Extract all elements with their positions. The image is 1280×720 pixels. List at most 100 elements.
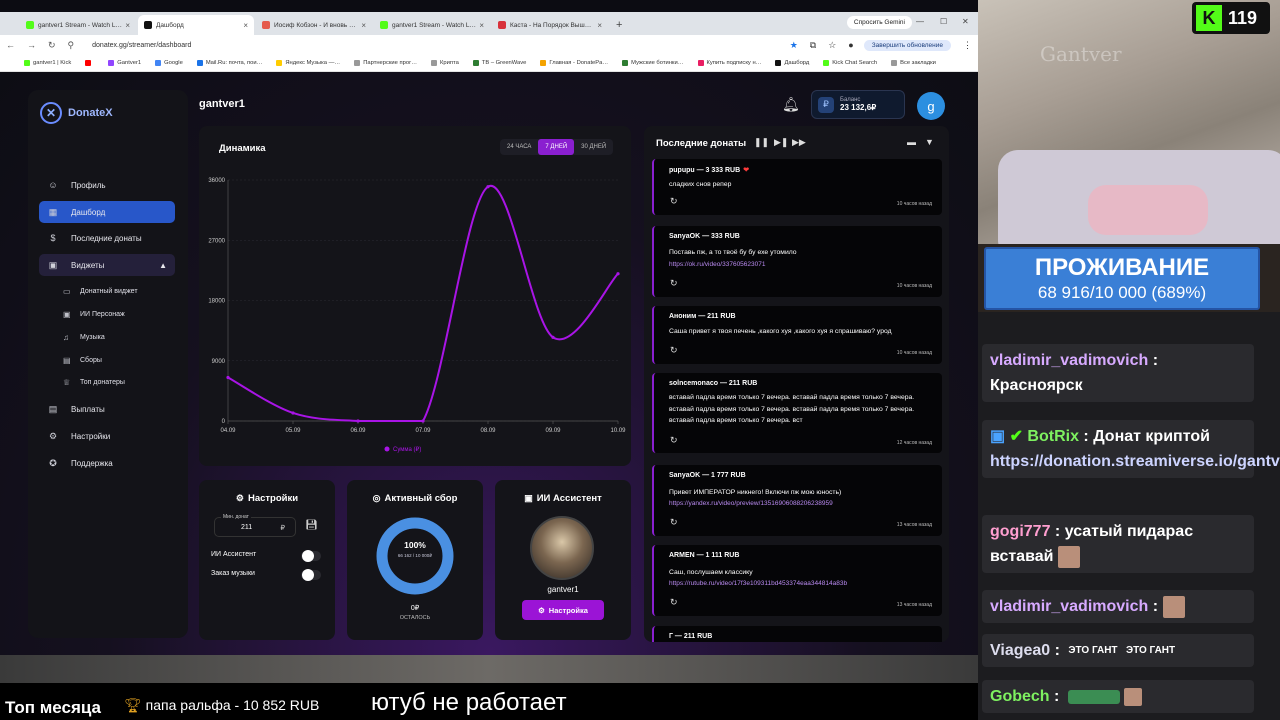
bookmark-item[interactable]: Мужские ботинки… [622,60,684,66]
sidebar-subitem-music[interactable]: ♫ Музыка [63,333,105,342]
replay-icon[interactable]: ↻ [670,345,678,356]
browser-tab-active[interactable]: Дашборд × [138,15,254,35]
sidebar-subitem-top-donors[interactable]: ♕ Топ донатеры [63,378,125,387]
range-tab-24h[interactable]: 24 ЧАСА [500,139,538,155]
close-window-icon[interactable]: ✕ [962,17,969,26]
x-tick-label: 04.09 [220,428,236,434]
bookmark-item[interactable]: Mail.Ru: почта, пои… [196,60,262,66]
ruble-icon: ₽ [818,96,834,113]
sidebar-item-profile[interactable]: ☺ Профиль [39,174,175,196]
sidebar-item-last-donations[interactable]: $ Последние донаты [39,227,175,249]
bookmark-item[interactable]: gantver1 | Kick [24,60,71,66]
music-order-toggle[interactable] [301,569,321,581]
sidebar-item-widgets[interactable]: ▣ Виджеты ▲ [39,254,175,276]
fast-forward-icon[interactable]: ▶▶ [792,137,806,148]
profile-icon[interactable]: ● [848,40,853,50]
y-tick-label: 36000 [208,178,225,184]
new-tab-button[interactable]: + [616,19,622,31]
viewer-count: 119 [1228,7,1258,28]
forward-icon[interactable]: → [27,40,36,50]
range-tab-30d[interactable]: 30 ДНЕЙ [574,139,613,155]
reload-icon[interactable]: ↻ [48,40,56,51]
kick-logo-icon: K [1196,5,1222,31]
ai-settings-button[interactable]: ⚙ Настройка [522,600,604,620]
bookmark-item[interactable] [85,60,94,66]
bookmark-item[interactable]: Google [155,60,183,66]
avatar[interactable]: g [917,92,945,120]
menu-icon[interactable]: ⋮ [963,40,972,51]
bell-icon[interactable]: 🔔︎ [782,96,800,113]
replay-icon[interactable]: ↻ [670,196,678,207]
bot-badge-icon: ▣ [990,428,1006,445]
bookmark-item[interactable]: Партнерские прог… [354,60,417,66]
bookmark-star-icon[interactable]: ★ [790,40,798,51]
bookmark-item[interactable]: Крипта [431,60,459,66]
donation-card: Г — 211 RUB [652,626,942,642]
sidebar-subitem-goals[interactable]: ▤ Сборы [63,356,102,365]
extensions-icon[interactable]: ⧉ [810,40,816,51]
bookmarks-icon[interactable]: ☆ [828,40,836,51]
logo[interactable]: ✕ DonateX [40,102,113,124]
bookmark-label: gantver1 | Kick [33,60,72,66]
sidebar-subitem-ai-character[interactable]: ▣ ИИ Персонаж [63,310,125,319]
balance-widget[interactable]: ₽ Баланс 23 132,6₽ [811,90,905,119]
logo-icon: ✕ [40,102,62,124]
gemini-button[interactable]: Спросить Gemini [846,16,912,29]
filter-icon[interactable]: ▼ [925,137,934,147]
url-field[interactable]: donatex.gg/streamer/dashboard [92,42,778,49]
chat-message: vladimir_vadimovich : [982,590,1254,623]
page-title: gantver1 [199,98,245,110]
pause-icon[interactable]: ❚❚ [754,137,769,148]
bookmark-label: Купить подписку н… [706,60,762,66]
sidebar-item-support[interactable]: ✪ Поддержка [39,452,175,474]
car-emote-icon [1067,689,1120,704]
minimize-icon[interactable]: — [916,17,924,26]
bookmark-item[interactable]: Gantver1 [108,60,141,66]
gallery-icon[interactable]: ▬ [907,137,916,147]
save-icon[interactable]: 💾︎ [305,520,318,531]
donation-card: SanyaOK — 1 777 RUB Привет ИМПЕРАТОР ник… [652,465,942,536]
sidebar-item-dashboard[interactable]: ▦ Дашборд [39,201,175,223]
sidebar-item-payouts[interactable]: ▤ Выплаты [39,398,175,420]
min-donation-input[interactable]: Мин. донат 211 ₽ [214,514,296,537]
bookmark-item[interactable]: Главная - DonatePa… [540,60,608,66]
donation-card: SanyaOK — 333 RUB Поставь пж, а то твоё … [652,226,942,297]
close-tab-icon[interactable]: × [125,21,130,30]
close-tab-icon[interactable]: × [243,21,248,30]
sidebar-subitem-donation-widget[interactable]: ▭ Донатный виджет [63,287,138,296]
bot-icon: ▣ [63,310,71,319]
replay-icon[interactable]: ↻ [670,435,678,446]
bookmark-item[interactable]: Дашборд [775,60,809,66]
verified-icon: ✔ [1005,428,1028,445]
y-tick-label: 0 [222,419,226,425]
replay-icon[interactable]: ↻ [670,597,678,608]
ai-assistant-toggle[interactable] [301,550,321,562]
sidebar-item-settings[interactable]: ⚙ Настройки [39,425,175,447]
update-button[interactable]: Завершить обновление [863,39,951,51]
site-info-icon[interactable]: ⚲ [68,40,75,51]
back-icon[interactable]: ← [6,40,15,50]
close-tab-icon[interactable]: × [479,21,484,30]
face-emote-icon [1162,595,1185,618]
bookmark-item[interactable]: Все закладки [891,60,936,66]
browser-tab[interactable]: Каста - На Порядок Выше - сл…× [492,15,608,35]
close-tab-icon[interactable]: × [597,21,602,30]
kick-favicon-icon [380,21,388,29]
donation-link[interactable]: https://ok.ru/video/337605623071 [669,261,766,268]
bookmark-item[interactable]: Kick Chat Search [823,60,877,66]
maximize-icon[interactable]: ☐ [940,17,947,26]
browser-tab[interactable]: Иосиф Кобзон - И вновь прод…× [256,15,372,35]
donation-link[interactable]: https://yandex.ru/video/preview/13516906… [669,500,833,507]
browser-tab[interactable]: gantver1 Stream - Watch Live o…× [20,15,136,35]
range-tab-7d[interactable]: 7 ДНЕЙ [538,139,575,155]
replay-icon[interactable]: ↻ [670,517,678,528]
dollar-icon: $ [50,233,56,243]
bookmark-item[interactable]: TB – GreenWave [472,60,526,66]
skip-icon[interactable]: ▶❚ [774,137,788,148]
close-tab-icon[interactable]: × [361,21,366,30]
replay-icon[interactable]: ↻ [670,278,678,289]
browser-tab[interactable]: gantver1 Stream - Watch Live o…× [374,15,490,35]
bookmark-item[interactable]: Купить подписку н… [697,60,762,66]
bookmark-item[interactable]: Яндекс Музыка —… [276,60,340,66]
donation-link[interactable]: https://rutube.ru/video/17f3e109311bd453… [669,580,847,587]
